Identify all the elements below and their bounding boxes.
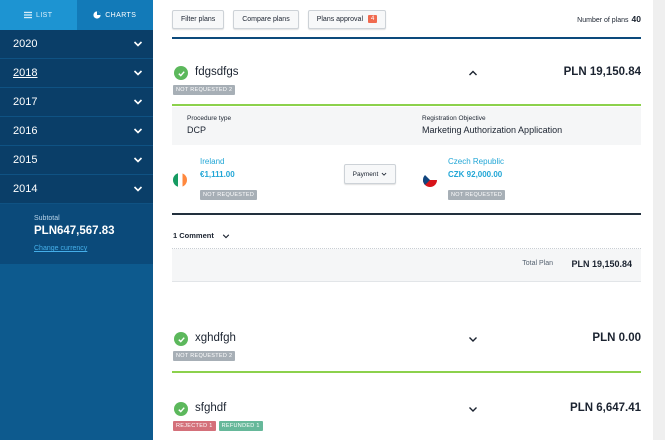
chevron-down-icon <box>133 41 143 47</box>
country-name-ireland[interactable]: Ireland <box>200 157 224 166</box>
plan-tags: REJECTED 1 REFUNDED 1 <box>173 421 263 431</box>
chevron-down-icon <box>133 157 143 163</box>
plans-count: Number of plans 40 <box>577 14 641 24</box>
chevron-down-icon <box>381 172 387 176</box>
year-label[interactable]: 2018 <box>13 67 37 79</box>
approval-count-badge: 4 <box>368 15 378 23</box>
pie-chart-icon <box>93 11 101 19</box>
sidebar-tabs: LIST CHARTS <box>0 0 153 30</box>
check-circle-icon <box>174 332 188 346</box>
year-item-2016[interactable]: 2016 <box>0 117 153 146</box>
plan-tags: NOT REQUESTED 2 <box>173 351 236 361</box>
procedure-type-value: DCP <box>187 125 207 135</box>
chevron-down-icon <box>133 70 143 76</box>
plan-header[interactable]: sfghdf PLN 6,647.41 REJECTED 1 REFUNDED … <box>172 402 641 440</box>
comments-toggle[interactable]: 1 Comment <box>173 231 230 240</box>
subtotal-panel: Subtotal PLN647,567.83 Change currency <box>0 204 153 264</box>
sidebar: LIST CHARTS 2020 2018 2017 2016 2015 201… <box>0 0 153 440</box>
chevron-up-icon[interactable] <box>468 68 478 78</box>
year-label: 2020 <box>13 38 38 50</box>
plan-details: Procedure type DCP Registration Objectiv… <box>172 107 641 145</box>
status-badge: NOT REQUESTED <box>200 190 258 200</box>
plan-name: sfghdf <box>195 402 227 414</box>
list-icon <box>24 11 33 19</box>
tab-list-label: LIST <box>36 11 53 19</box>
total-plan-label: Total Plan <box>522 260 553 267</box>
plan-header[interactable]: xghdfgh PLN 0.00 NOT REQUESTED 2 <box>172 332 641 374</box>
plan-divider <box>172 371 641 373</box>
status-badge: NOT REQUESTED 2 <box>173 85 236 95</box>
plan-name: xghdfgh <box>195 332 236 344</box>
toolbar-divider <box>172 37 641 39</box>
czech-flag-icon <box>423 173 437 187</box>
plan-amount: PLN 19,150.84 <box>563 66 641 78</box>
plan-header[interactable]: fdgsdfgs PLN 19,150.84 NOT REQUESTED 2 <box>172 66 641 108</box>
chevron-down-icon <box>133 128 143 134</box>
year-item-2015[interactable]: 2015 <box>0 146 153 175</box>
plan-tags: NOT REQUESTED 2 <box>173 85 236 95</box>
filter-plans-button[interactable]: Filter plans <box>172 9 225 29</box>
plan-name: fdgsdfgs <box>195 66 239 78</box>
rejected-badge: REJECTED 1 <box>173 421 216 431</box>
scrollbar-gutter[interactable] <box>653 0 665 440</box>
year-list: 2020 2018 2017 2016 2015 2014 <box>0 30 153 204</box>
total-plan-value: PLN 19,150.84 <box>571 259 632 269</box>
change-currency-link[interactable]: Change currency <box>34 245 87 252</box>
plan-amount: PLN 6,647.41 <box>570 402 641 414</box>
toolbar: Filter plans Compare plans Plans approva… <box>172 9 641 29</box>
country-amount-czech-republic: CZK 92,000.00 <box>448 170 503 179</box>
year-item-2014[interactable]: 2014 <box>0 175 153 204</box>
year-item-2018[interactable]: 2018 <box>0 59 153 88</box>
ireland-flag-icon <box>173 173 187 187</box>
subtotal-label: Subtotal <box>34 215 60 222</box>
check-circle-icon <box>174 402 188 416</box>
plans-approval-button[interactable]: Plans approval 4 <box>307 9 387 29</box>
registration-objective-value: Marketing Authorization Application <box>422 125 563 135</box>
year-label: 2017 <box>13 96 38 108</box>
year-label: 2015 <box>13 154 38 166</box>
chevron-down-icon[interactable] <box>468 334 478 344</box>
country-amount-ireland: €1,111.00 <box>200 170 235 179</box>
status-badge: NOT REQUESTED 2 <box>173 351 236 361</box>
plans-count-label: Number of plans <box>577 17 629 24</box>
total-plan-row: Total Plan PLN 19,150.84 <box>172 249 641 282</box>
country-name-czech-republic[interactable]: Czech Republic <box>448 157 504 166</box>
year-label: 2014 <box>13 183 38 195</box>
compare-plans-button[interactable]: Compare plans <box>233 9 299 29</box>
plan-divider <box>172 104 641 106</box>
tab-charts[interactable]: CHARTS <box>76 0 153 30</box>
check-circle-icon <box>174 66 188 80</box>
compare-plans-label: Compare plans <box>242 15 290 23</box>
year-item-2020[interactable]: 2020 <box>0 30 153 59</box>
tab-charts-label: CHARTS <box>105 11 137 19</box>
comments-label: 1 Comment <box>173 231 214 240</box>
payment-label: Payment <box>352 170 379 178</box>
year-label: 2016 <box>13 125 38 137</box>
refunded-badge: REFUNDED 1 <box>218 421 263 431</box>
tab-list[interactable]: LIST <box>0 0 77 30</box>
plans-count-value: 40 <box>631 14 641 24</box>
comments-divider <box>172 213 641 215</box>
chevron-down-icon <box>222 233 230 238</box>
procedure-type-label: Procedure type <box>187 115 232 122</box>
plans-approval-label: Plans approval <box>316 15 364 23</box>
year-item-2017[interactable]: 2017 <box>0 88 153 117</box>
plan-amount: PLN 0.00 <box>592 332 641 344</box>
payment-dropdown[interactable]: Payment <box>344 164 396 184</box>
filter-plans-label: Filter plans <box>181 15 216 23</box>
chevron-down-icon[interactable] <box>468 404 478 414</box>
chevron-down-icon <box>133 186 143 192</box>
registration-objective-label: Registration Objective <box>422 115 486 122</box>
subtotal-value: PLN647,567.83 <box>34 225 115 237</box>
chevron-down-icon <box>133 99 143 105</box>
status-badge: NOT REQUESTED <box>448 190 506 200</box>
